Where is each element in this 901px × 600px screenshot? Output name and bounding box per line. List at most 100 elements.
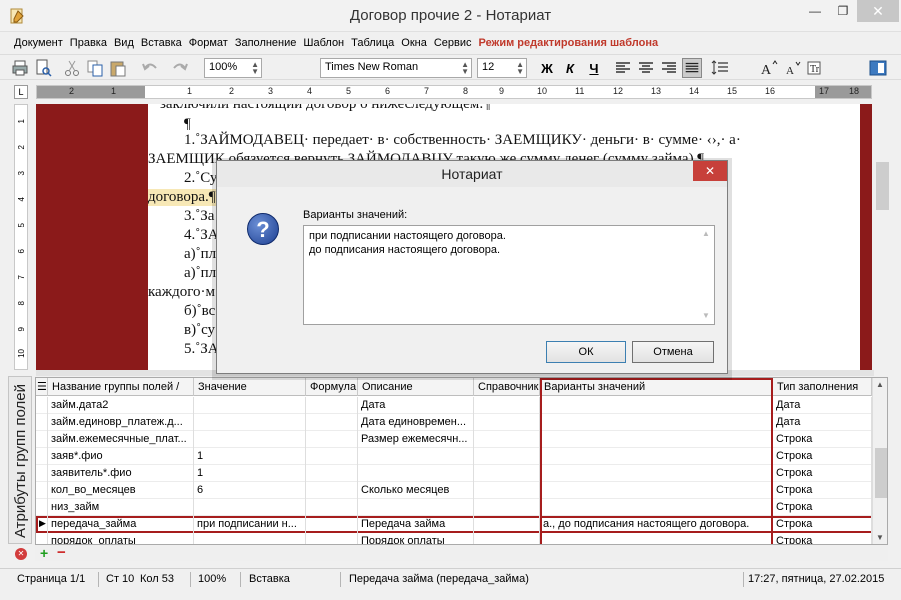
maximize-button[interactable]: ❐ — [829, 0, 857, 22]
cell-name[interactable]: кол_во_месяцев — [48, 482, 194, 499]
col-header-description[interactable]: Описание — [358, 378, 474, 396]
undo-icon[interactable] — [140, 58, 160, 78]
scroll-down-icon[interactable]: ▼ — [876, 533, 884, 542]
cell-description[interactable] — [358, 499, 474, 516]
table-row[interactable]: низ_займ Строка — [36, 499, 887, 516]
cell-description[interactable]: Сколько месяцев — [358, 482, 474, 499]
line-spacing-icon[interactable] — [710, 58, 730, 78]
print-icon[interactable] — [10, 58, 30, 78]
menu-insert[interactable]: Вставка — [141, 37, 182, 49]
cell-variants[interactable] — [540, 414, 773, 431]
cell-description[interactable]: Размер ежемесячн... — [358, 431, 474, 448]
cell-value[interactable]: при подписании н... — [194, 516, 306, 533]
cell-name[interactable]: заяв*.фио — [48, 448, 194, 465]
zoom-select[interactable]: 100% ▲ ▼ — [204, 58, 262, 78]
sidebar-toggle-icon[interactable] — [868, 58, 888, 78]
align-left-icon[interactable] — [613, 58, 633, 78]
dialog-close-button[interactable]: ✕ — [693, 161, 727, 181]
table-row[interactable]: кол_во_месяцев 6 Сколько месяцев Строка — [36, 482, 887, 499]
cell-name[interactable]: порядок_оплаты — [48, 533, 194, 544]
align-center-icon[interactable] — [636, 58, 656, 78]
cell-description[interactable] — [358, 465, 474, 482]
cell-value[interactable] — [194, 414, 306, 431]
cell-value[interactable] — [194, 499, 306, 516]
cell-variants[interactable]: а., до подписания настоящего договора. — [540, 516, 773, 533]
cell-variants[interactable] — [540, 499, 773, 516]
cell-formula[interactable] — [306, 533, 358, 544]
cell-formula[interactable] — [306, 397, 358, 414]
cell-value[interactable]: 6 — [194, 482, 306, 499]
cell-name[interactable]: займ.ежемесячные_плат... — [48, 431, 194, 448]
table-row[interactable]: заявитель*.фио 1 Строка — [36, 465, 887, 482]
cell-description[interactable]: Дата — [358, 397, 474, 414]
menu-windows[interactable]: Окна — [401, 37, 427, 49]
col-header-variants[interactable]: Варианты значений — [540, 378, 773, 396]
table-row-selected[interactable]: ▶ передача_займа при подписании н... Пер… — [36, 516, 887, 533]
document-vertical-scrollbar[interactable] — [874, 104, 891, 370]
remove-row-button[interactable]: − — [57, 544, 66, 561]
col-header-reference[interactable]: Справочник — [474, 378, 540, 396]
text-style-icon[interactable]: Tr — [806, 58, 826, 78]
textarea-scrollbar[interactable]: ▲ ▼ — [699, 227, 713, 323]
cell-formula[interactable] — [306, 482, 358, 499]
cell-fill-type[interactable]: Строка — [773, 448, 872, 465]
cell-name[interactable]: низ_займ — [48, 499, 194, 516]
cancel-button[interactable]: Отмена — [632, 341, 714, 363]
cell-variants[interactable] — [540, 533, 773, 544]
cell-formula[interactable] — [306, 414, 358, 431]
col-header-formula[interactable]: Формула — [306, 378, 358, 396]
cell-formula[interactable] — [306, 431, 358, 448]
attributes-panel-tab[interactable]: Атрибуты групп полей — [8, 376, 32, 544]
table-row[interactable]: порядок_оплаты Порядок оплаты Строка — [36, 533, 887, 544]
cell-description[interactable]: Порядок оплаты — [358, 533, 474, 544]
cell-fill-type[interactable]: Строка — [773, 533, 872, 544]
cell-variants[interactable] — [540, 448, 773, 465]
cell-description[interactable]: Дата единовремен... — [358, 414, 474, 431]
menu-fill[interactable]: Заполнение — [235, 37, 297, 49]
table-row[interactable]: заяв*.фио 1 Строка — [36, 448, 887, 465]
redo-icon[interactable] — [170, 58, 190, 78]
bold-button[interactable]: Ж — [537, 58, 557, 78]
minimize-button[interactable]: — — [801, 0, 829, 22]
underline-button[interactable]: Ч — [584, 58, 604, 78]
menu-document[interactable]: Документ — [14, 37, 63, 49]
menu-service[interactable]: Сервис — [434, 37, 472, 49]
cell-name[interactable]: передача_займа — [48, 516, 194, 533]
cell-variants[interactable] — [540, 482, 773, 499]
table-vertical-scrollbar[interactable]: ▲ ▼ — [872, 378, 887, 544]
cell-value[interactable]: 1 — [194, 465, 306, 482]
cell-name[interactable]: займ.дата2 — [48, 397, 194, 414]
close-window-button[interactable]: ✕ — [857, 0, 899, 22]
menu-format[interactable]: Формат — [189, 37, 228, 49]
cell-fill-type[interactable]: Дата — [773, 414, 872, 431]
cell-variants[interactable] — [540, 465, 773, 482]
scroll-down-icon[interactable]: ▼ — [702, 309, 710, 323]
scroll-thumb[interactable] — [876, 162, 889, 210]
cell-value[interactable] — [194, 397, 306, 414]
align-justify-button[interactable] — [682, 58, 702, 78]
close-panel-icon[interactable]: ✕ — [15, 548, 27, 560]
cell-reference[interactable] — [474, 499, 540, 516]
table-row[interactable]: займ.ежемесячные_плат... Размер ежемесяч… — [36, 431, 887, 448]
cell-variants[interactable] — [540, 397, 773, 414]
grow-font-icon[interactable]: A — [759, 58, 779, 78]
cell-reference[interactable] — [474, 465, 540, 482]
horizontal-ruler[interactable]: 2 1 1 2 3 4 5 6 7 8 9 10 11 12 13 14 15 … — [36, 85, 872, 99]
cell-formula[interactable] — [306, 465, 358, 482]
cell-fill-type[interactable]: Дата — [773, 397, 872, 414]
cell-reference[interactable] — [474, 482, 540, 499]
variants-textarea[interactable]: при подписании настоящего договора. до п… — [303, 225, 715, 325]
col-header-fill-type[interactable]: Тип заполнения — [773, 378, 872, 396]
cell-fill-type[interactable]: Строка — [773, 516, 872, 533]
cell-formula[interactable] — [306, 448, 358, 465]
cell-description[interactable]: Передача займа — [358, 516, 474, 533]
cell-value[interactable]: 1 — [194, 448, 306, 465]
cell-reference[interactable] — [474, 516, 540, 533]
column-chooser-icon[interactable]: ☰ — [36, 378, 48, 396]
cell-fill-type[interactable]: Строка — [773, 431, 872, 448]
cell-reference[interactable] — [474, 397, 540, 414]
scroll-thumb[interactable] — [875, 448, 887, 498]
copy-icon[interactable] — [85, 58, 105, 78]
cell-fill-type[interactable]: Строка — [773, 499, 872, 516]
cell-value[interactable] — [194, 431, 306, 448]
